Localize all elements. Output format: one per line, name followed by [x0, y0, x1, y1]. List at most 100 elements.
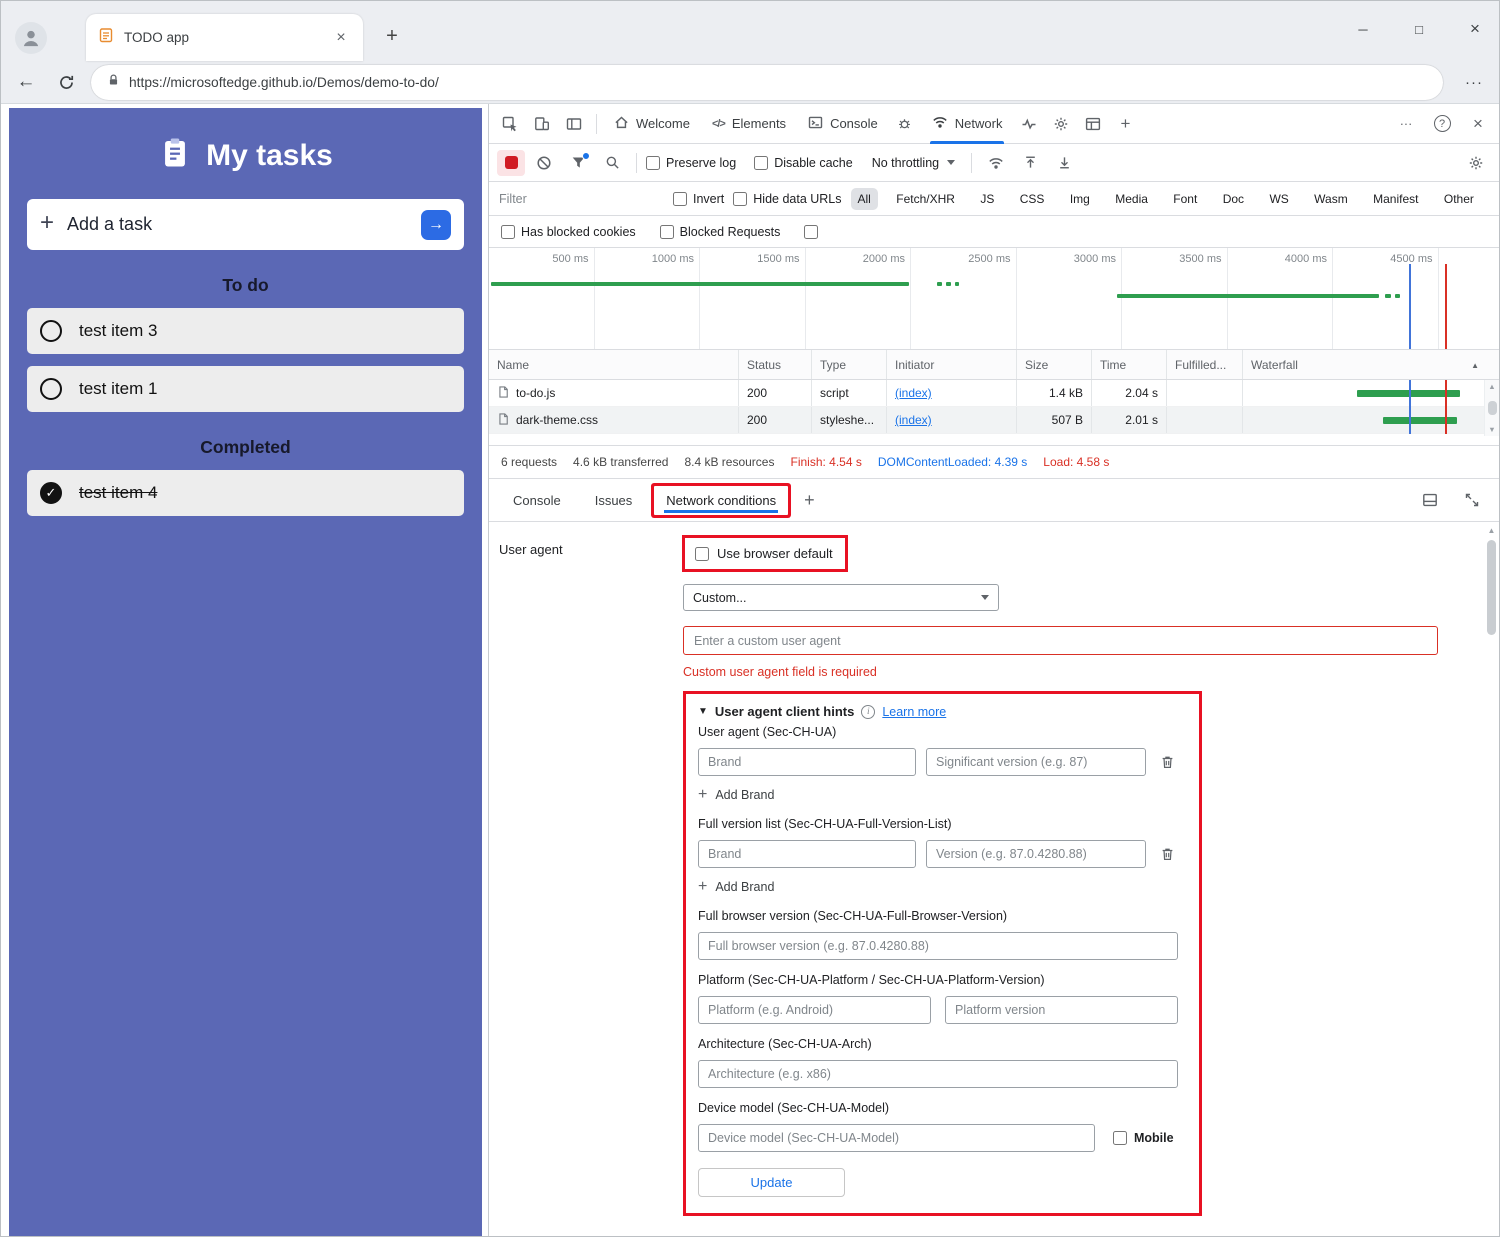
close-devtools-icon[interactable]: × [1463, 110, 1493, 138]
tab-close-icon[interactable]: × [331, 28, 351, 48]
delete-brand-icon[interactable] [1160, 754, 1175, 770]
inspect-icon[interactable] [495, 110, 525, 138]
task-item[interactable]: test item 3 [27, 308, 464, 354]
completed-task-item[interactable]: ✓ test item 4 [27, 470, 464, 516]
column-header-fulfilled[interactable]: Fulfilled... [1167, 350, 1243, 379]
scroll-down-icon[interactable]: ▼ [1488, 425, 1495, 434]
full-version-brand-input[interactable] [698, 840, 916, 868]
filter-type-wasm[interactable]: Wasm [1307, 188, 1355, 210]
address-bar[interactable]: https://microsoftedge.github.io/Demos/de… [91, 65, 1443, 100]
table-row[interactable]: to-do.js 200 script (index) 1.4 kB 2.04 … [489, 380, 1499, 407]
update-button[interactable]: Update [698, 1168, 845, 1197]
column-header-waterfall[interactable]: Waterfall▲ [1243, 350, 1499, 379]
drawer-scrollbar[interactable]: ▲ [1484, 522, 1499, 1236]
import-har-icon[interactable] [1015, 149, 1045, 177]
add-task-field[interactable]: + Add a task → [27, 199, 464, 250]
preserve-log-checkbox[interactable]: Preserve log [646, 156, 736, 170]
filter-type-fetch[interactable]: Fetch/XHR [889, 188, 962, 210]
debugger-icon[interactable] [890, 110, 920, 138]
mobile-input[interactable] [1113, 1131, 1127, 1145]
filter-type-all[interactable]: All [851, 188, 878, 210]
invert-checkbox[interactable]: Invert [673, 192, 724, 206]
dock-drawer-icon[interactable] [1415, 486, 1445, 514]
tab-console[interactable]: Console [798, 104, 888, 144]
filter-type-js[interactable]: JS [973, 188, 1001, 210]
column-header-status[interactable]: Status [739, 350, 812, 379]
full-version-input[interactable] [926, 840, 1146, 868]
browser-menu-icon[interactable]: ··· [1459, 67, 1489, 97]
device-toolbar-icon[interactable] [527, 110, 557, 138]
settings-gear-icon[interactable] [1046, 110, 1076, 138]
column-header-type[interactable]: Type [812, 350, 887, 379]
add-brand-button[interactable]: + Add Brand [698, 878, 1187, 896]
submit-task-button[interactable]: → [421, 210, 451, 240]
third-party-requests-checkbox[interactable] [804, 225, 824, 239]
column-header-initiator[interactable]: Initiator [887, 350, 1017, 379]
focus-panel-icon[interactable] [559, 110, 589, 138]
hide-data-urls-checkbox[interactable]: Hide data URLs [733, 192, 841, 206]
more-options-icon[interactable]: ··· [1391, 110, 1421, 138]
delete-brand-icon[interactable] [1160, 846, 1175, 862]
disable-cache-checkbox[interactable]: Disable cache [754, 156, 853, 170]
tab-network[interactable]: Network [922, 104, 1013, 144]
platform-input[interactable] [698, 996, 931, 1024]
back-button[interactable]: ← [11, 67, 41, 97]
filter-type-media[interactable]: Media [1108, 188, 1155, 210]
drawer-tab-issues[interactable]: Issues [583, 486, 645, 515]
learn-more-link[interactable]: Learn more [882, 705, 946, 719]
significant-version-input[interactable] [926, 748, 1146, 776]
tab-elements[interactable]: </> Elements [702, 104, 796, 144]
profile-avatar[interactable] [15, 22, 47, 54]
full-browser-version-input[interactable] [698, 932, 1178, 960]
use-browser-default-input[interactable] [695, 547, 709, 561]
filter-type-other[interactable]: Other [1437, 188, 1481, 210]
column-header-size[interactable]: Size [1017, 350, 1092, 379]
scroll-up-icon[interactable]: ▲ [1488, 526, 1496, 535]
has-blocked-cookies-checkbox[interactable]: Has blocked cookies [501, 225, 636, 239]
clear-icon[interactable] [529, 149, 559, 177]
browser-tab[interactable]: TODO app × [86, 14, 363, 61]
table-scrollbar[interactable]: ▲ ▼ [1484, 380, 1499, 436]
platform-version-input[interactable] [945, 996, 1178, 1024]
device-model-input[interactable] [698, 1124, 1095, 1152]
minimize-button[interactable]: ─ [1349, 15, 1377, 43]
collapse-triangle-icon[interactable]: ▼ [698, 706, 708, 717]
filter-type-font[interactable]: Font [1166, 188, 1204, 210]
network-settings-gear-icon[interactable] [1461, 149, 1491, 177]
initiator-link[interactable]: (index) [895, 386, 932, 400]
invert-input[interactable] [673, 192, 687, 206]
disable-cache-input[interactable] [754, 156, 768, 170]
hide-data-urls-input[interactable] [733, 192, 747, 206]
help-icon[interactable]: ? [1427, 110, 1457, 138]
performance-icon[interactable] [1014, 110, 1044, 138]
scroll-thumb[interactable] [1488, 401, 1497, 415]
filter-input[interactable] [499, 192, 664, 206]
refresh-button[interactable] [51, 67, 81, 97]
preserve-log-input[interactable] [646, 156, 660, 170]
scroll-thumb[interactable] [1487, 540, 1496, 635]
blocked-requests-checkbox[interactable]: Blocked Requests [660, 225, 781, 239]
scroll-up-icon[interactable]: ▲ [1488, 382, 1495, 391]
throttling-select[interactable]: No throttling [865, 156, 962, 170]
task-checkbox[interactable] [40, 378, 62, 400]
drawer-tab-network-conditions[interactable]: Network conditions [654, 486, 788, 515]
filter-type-ws[interactable]: WS [1262, 188, 1295, 210]
column-header-time[interactable]: Time [1092, 350, 1167, 379]
network-conditions-icon[interactable] [981, 149, 1011, 177]
search-icon[interactable] [597, 149, 627, 177]
task-checkbox[interactable] [40, 320, 62, 342]
expand-drawer-icon[interactable] [1457, 486, 1487, 514]
custom-user-agent-input[interactable] [683, 626, 1438, 655]
drawer-tab-console[interactable]: Console [501, 486, 573, 515]
blocked-requests-input[interactable] [660, 225, 674, 239]
task-checkbox-checked[interactable]: ✓ [40, 482, 62, 504]
tab-welcome[interactable]: Welcome [604, 104, 700, 144]
maximize-button[interactable]: □ [1405, 15, 1433, 43]
initiator-link[interactable]: (index) [895, 413, 932, 427]
network-overview-timeline[interactable]: 500 ms 1000 ms 1500 ms 2000 ms 2500 ms 3… [489, 248, 1499, 350]
close-button[interactable]: × [1461, 15, 1489, 43]
new-tab-button[interactable]: + [379, 23, 405, 49]
filter-type-img[interactable]: Img [1063, 188, 1097, 210]
filter-type-css[interactable]: CSS [1013, 188, 1052, 210]
user-agent-select[interactable]: Custom... [683, 584, 999, 611]
